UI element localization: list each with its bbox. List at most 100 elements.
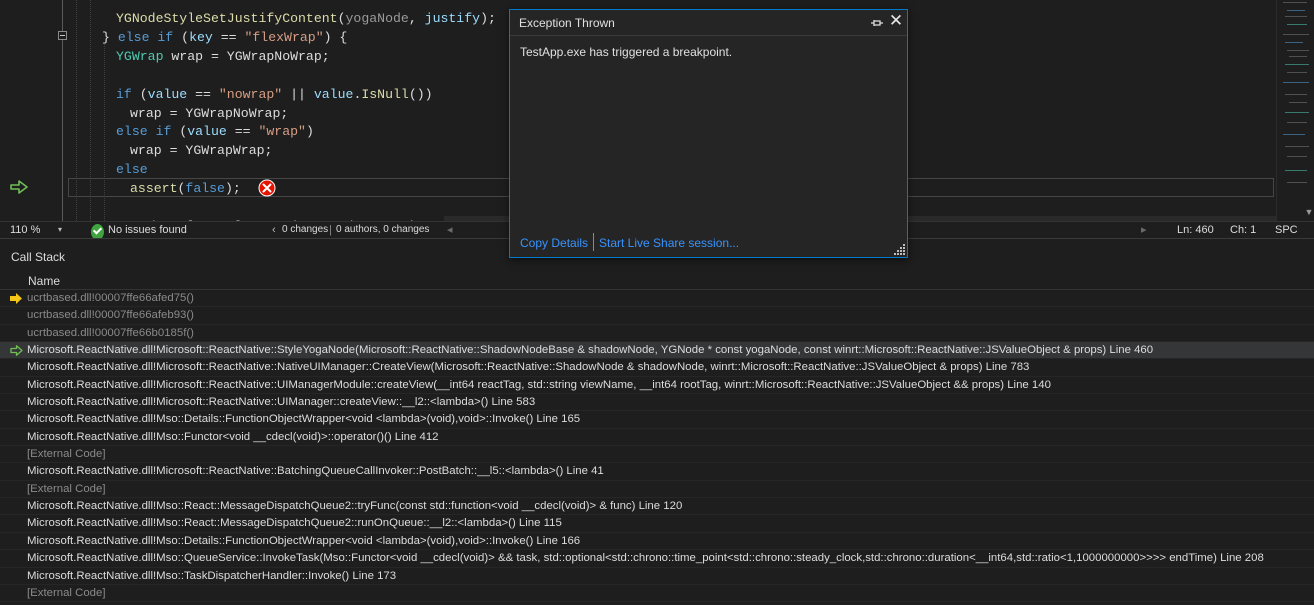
code-token: else if [116,124,172,140]
call-stack-row[interactable]: [External Code] [0,481,1314,499]
scroll-left-icon[interactable]: ◂ [447,222,453,238]
link-separator [593,233,594,251]
call-stack-frame-label: Microsoft.ReactNative.dll!Mso::Functor<v… [27,430,439,443]
call-stack-row[interactable]: [External Code] [0,446,1314,464]
call-stack-row[interactable]: Microsoft.ReactNative.dll!Mso::Functor<v… [0,429,1314,447]
copy-details-link[interactable]: Copy Details [520,235,588,251]
code-line-text: wrap = YGWrapWrap; [130,141,272,160]
call-stack-frame-label: Microsoft.ReactNative.dll!Mso::QueueServ… [27,552,1264,565]
call-stack-row[interactable]: [External Code] [0,585,1314,603]
frame-marker-slot [10,536,23,547]
call-stack-frame-label: Microsoft.ReactNative.dll!Microsoft::Rea… [27,361,1030,374]
call-stack-frame-label: Microsoft.ReactNative.dll!Microsoft::Rea… [27,396,536,409]
code-token: YGWrap [116,48,164,64]
code-token: value [187,124,227,140]
code-line-text: else [116,160,148,179]
scroll-down-icon[interactable]: ▼ [1304,207,1314,217]
code-token: wrap = [130,143,186,159]
scroll-right-icon[interactable]: ▸ [1141,222,1147,238]
code-token: } [102,29,118,45]
codelens-changes[interactable]: 0 changes [282,222,328,238]
code-token: false [185,181,225,197]
call-stack-frame-label: [External Code] [27,482,106,495]
pin-icon[interactable] [870,16,884,30]
call-stack-row[interactable]: ucrtbased.dll!00007ffe66afed75() [0,290,1314,308]
frame-marker-slot [10,310,23,321]
code-line-text: YGWrap wrap = YGWrapNoWrap; [116,47,330,66]
error-icon[interactable] [258,179,276,197]
frame-marker-slot [10,501,23,512]
frame-marker-slot [10,432,23,443]
call-stack-row[interactable]: Microsoft.ReactNative.dll!Mso::QueueServ… [0,550,1314,568]
codelens-authors[interactable]: 0 authors, 0 changes [336,222,429,238]
code-token: ( [173,29,190,45]
start-live-share-link[interactable]: Start Live Share session... [599,235,739,251]
frame-marker-slot [10,414,23,425]
code-token: ); [480,11,496,26]
call-stack-row[interactable]: Microsoft.ReactNative.dll!Microsoft::Rea… [0,463,1314,481]
call-stack-row[interactable]: Microsoft.ReactNative.dll!Mso::React::Me… [0,498,1314,516]
whitespace-indicator[interactable]: SPC [1275,222,1298,238]
frame-marker-slot [10,484,23,495]
call-stack-panel: Call Stack Name ucrtbased.dll!00007ffe66… [0,238,1314,605]
code-token: ; [280,105,289,121]
call-stack-frame-label: Microsoft.ReactNative.dll!Mso::React::Me… [27,517,562,530]
code-token: else [116,162,148,178]
call-stack-row[interactable]: Microsoft.ReactNative.dll!Microsoft::Rea… [0,359,1314,377]
chevron-left-icon[interactable]: ‹ [272,222,276,238]
code-token: ( [337,11,346,26]
code-token: == [226,124,259,140]
code-line-text: wrap = YGWrapNoWrap; [130,104,288,123]
call-stack-frame-label: [External Code] [27,448,106,461]
code-token: else if [117,29,174,45]
call-stack-row[interactable]: ucrtbased.dll!00007ffe66b0185f() [0,325,1314,343]
close-icon[interactable]: ✕ [888,12,904,29]
code-token: value [313,86,354,102]
resize-grip-icon[interactable] [894,243,906,255]
issues-status[interactable]: No issues found [108,222,187,238]
code-token: YGWrapNoWrap [185,105,281,121]
line-number-indicator[interactable]: Ln: 460 [1177,222,1214,238]
call-stack-frame-label: ucrtbased.dll!00007ffe66afed75() [27,292,194,304]
call-stack-row[interactable]: ucrtbased.dll!00007ffe66afeb93() [0,307,1314,325]
code-token: == [187,86,219,102]
code-token: value [147,86,188,102]
call-stack-frame-label: [External Code] [27,586,106,599]
code-token: assert [130,181,178,197]
code-token: ); [224,181,241,197]
frame-marker-slot [10,466,23,477]
code-token: ( [171,124,188,140]
code-token: == [212,29,245,45]
call-stack-row[interactable]: Microsoft.ReactNative.dll!Mso::Details::… [0,533,1314,551]
code-line-text: } else if (key == "flexWrap") { [102,28,347,47]
column-indicator[interactable]: Ch: 1 [1230,222,1256,238]
zoom-dropdown-icon[interactable]: ▾ [58,222,62,238]
frame-marker-slot [10,553,23,564]
return-frame-arrow-icon [10,345,23,356]
code-token: "wrap" [258,124,306,140]
call-stack-row[interactable]: Microsoft.ReactNative.dll!Mso::Details::… [0,411,1314,429]
call-stack-row[interactable]: Microsoft.ReactNative.dll!Microsoft::Rea… [0,342,1314,360]
code-line-text: else if (value == "wrap") [116,122,314,141]
call-stack-row[interactable]: Microsoft.ReactNative.dll!Mso::React::Me… [0,515,1314,533]
exception-message: TestApp.exe has triggered a breakpoint. [520,45,733,59]
minimap[interactable] [1276,0,1314,221]
call-stack-row[interactable]: Microsoft.ReactNative.dll!Microsoft::Rea… [0,394,1314,412]
column-header-name[interactable]: Name [28,273,60,289]
popup-title: Exception Thrown [519,16,615,30]
call-stack-frame-label: Microsoft.ReactNative.dll!Mso::TaskDispa… [27,569,397,582]
code-token: ( [131,86,148,102]
call-stack-frame-label: ucrtbased.dll!00007ffe66b0185f() [27,326,194,339]
frame-marker-slot [10,380,23,391]
frame-marker-slot [10,449,23,460]
code-token: "flexWrap" [244,29,324,45]
call-stack-row[interactable]: Microsoft.ReactNative.dll!Mso::TaskDispa… [0,568,1314,585]
return-arrow-icon [10,180,28,194]
call-stack-row[interactable]: Microsoft.ReactNative.dll!Microsoft::Rea… [0,377,1314,395]
code-token: ; [264,143,273,159]
frame-marker-slot [10,588,23,599]
call-stack-list[interactable]: ucrtbased.dll!00007ffe66afed75() ucrtbase… [0,290,1314,603]
zoom-level[interactable]: 110 % [10,222,40,238]
code-token: || [282,86,314,102]
code-token: YGWrapNoWrap [226,48,322,64]
